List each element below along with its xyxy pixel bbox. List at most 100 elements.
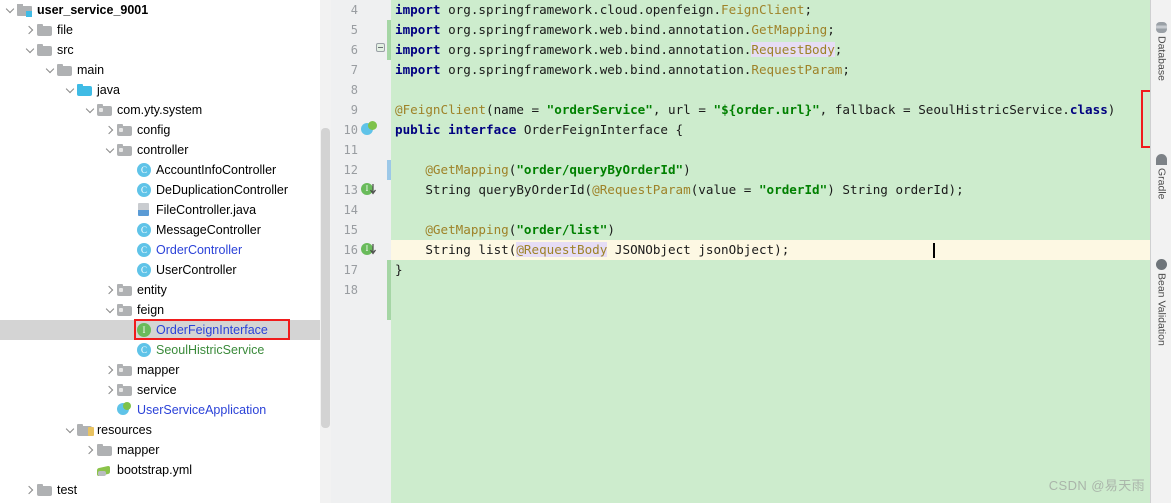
code-token: JSONObject jsonObject); — [607, 242, 790, 257]
code-text-area[interactable]: import org.springframework.cloud.openfei… — [391, 0, 1171, 503]
tool-window-button-gradle[interactable]: Gradle — [1151, 150, 1171, 200]
code-token: ; — [834, 42, 843, 57]
tree-arrow-expanded-icon[interactable] — [64, 80, 77, 100]
line-number: 17 — [343, 263, 358, 277]
tree-item-seoulhistricservice[interactable]: C SeoulHistricService — [0, 340, 331, 360]
spring-bean-gutter-icon[interactable] — [361, 121, 377, 136]
tree-item-orderfeigninterface[interactable]: I OrderFeignInterface — [0, 320, 331, 340]
tree-item-label: file — [57, 23, 73, 37]
class-icon: C — [137, 243, 151, 257]
project-tree-panel[interactable]: user_service_9001file src main java com.yty.… — [0, 0, 331, 503]
tree-item-src[interactable]: src — [0, 40, 331, 60]
tree-arrow-expanded-icon[interactable] — [104, 140, 117, 160]
tree-item-label: bootstrap.yml — [117, 463, 193, 477]
tree-item-label: mapper — [137, 363, 180, 377]
code-line: import org.springframework.web.bind.anno… — [395, 20, 835, 40]
code-line: @FeignClient(name = "orderService", url … — [395, 100, 1115, 120]
tree-arrow-expanded-icon[interactable] — [84, 100, 97, 120]
editor-gutter[interactable]: 4 5 6 7 8 9 10 11 12 13 I 14 15 16 I 17 18 — [331, 0, 391, 503]
tree-item-test[interactable]: test — [0, 480, 331, 500]
tree-arrow-spacer — [124, 200, 137, 220]
code-token: ) — [683, 162, 691, 177]
tree-item-service[interactable]: service — [0, 380, 331, 400]
code-token: , fallback = SeoulHistricService. — [819, 102, 1070, 117]
fold-region-icon[interactable] — [376, 43, 385, 52]
project-tree-scrollbar-thumb[interactable] — [321, 128, 330, 428]
tree-arrow-collapsed-icon[interactable] — [24, 20, 37, 40]
code-token: org.springframework.web.bind.annotation. — [448, 22, 752, 37]
tree-item-controller[interactable]: controller — [0, 140, 331, 160]
code-token: RequestBody — [751, 42, 835, 57]
tool-window-button-database[interactable]: Database — [1151, 18, 1171, 81]
code-line: import org.springframework.cloud.openfei… — [395, 0, 812, 20]
code-token: "order/queryByOrderId" — [516, 162, 684, 177]
tree-item-user-service-9001[interactable]: user_service_9001 — [0, 0, 331, 20]
tree-item-usercontroller[interactable]: C UserController — [0, 260, 331, 280]
folder-icon — [37, 24, 52, 36]
tree-item-label: resources — [97, 423, 152, 437]
tree-item-entity[interactable]: entity — [0, 280, 331, 300]
project-tree-scrollbar-track[interactable] — [320, 0, 331, 503]
code-line: import org.springframework.web.bind.anno… — [395, 60, 850, 80]
tree-item-bootstrap-yml[interactable]: bootstrap.yml — [0, 460, 331, 480]
tree-arrow-expanded-icon[interactable] — [44, 60, 57, 80]
code-token: OrderFeignInterface { — [523, 122, 684, 137]
tree-arrow-collapsed-icon[interactable] — [84, 440, 97, 460]
code-token: ) String orderId); — [827, 182, 964, 197]
tree-arrow-collapsed-icon[interactable] — [24, 480, 37, 500]
tree-arrow-expanded-icon[interactable] — [24, 40, 37, 60]
tree-item-com-yty-system[interactable]: com.yty.system — [0, 100, 331, 120]
gutter-line: 7 — [331, 60, 391, 80]
code-token: "orderService" — [546, 102, 653, 117]
package-icon — [117, 304, 132, 316]
tree-arrow-collapsed-icon[interactable] — [104, 360, 117, 380]
tree-item-label: mapper — [117, 443, 160, 457]
right-tool-window-bar[interactable]: Database Gradle Bean Validation — [1150, 0, 1171, 503]
tree-item-java[interactable]: java — [0, 80, 331, 100]
line-number: 13 — [343, 183, 358, 197]
code-token: RequestParam — [751, 62, 843, 77]
tree-item-resources[interactable]: resources — [0, 420, 331, 440]
code-editor[interactable]: 4 5 6 7 8 9 10 11 12 13 I 14 15 16 I 17 18 import org.sp… — [331, 0, 1171, 503]
code-token: @FeignClient — [395, 102, 486, 117]
folder-icon — [57, 64, 72, 76]
package-icon — [117, 284, 132, 296]
line-number: 12 — [343, 163, 358, 177]
tree-item-filecontroller-java[interactable]: FileController.java — [0, 200, 331, 220]
watermark: CSDN @易天雨 — [1048, 478, 1145, 493]
code-token: ; — [804, 2, 813, 17]
tree-item-accountinfocontroller[interactable]: C AccountInfoController — [0, 160, 331, 180]
resources-folder-icon — [77, 424, 94, 436]
class-icon: C — [137, 183, 151, 197]
tree-arrow-spacer — [124, 320, 137, 340]
tree-arrow-expanded-icon[interactable] — [4, 0, 17, 20]
tree-item-ordercontroller[interactable]: C OrderController — [0, 240, 331, 260]
tree-item-mapper[interactable]: mapper — [0, 440, 331, 460]
tree-item-deduplicationcontroller[interactable]: C DeDuplicationController — [0, 180, 331, 200]
tree-arrow-expanded-icon[interactable] — [64, 420, 77, 440]
code-token: ) — [1107, 102, 1116, 117]
tree-item-feign[interactable]: feign — [0, 300, 331, 320]
tree-arrow-collapsed-icon[interactable] — [104, 280, 117, 300]
tree-item-label: controller — [137, 143, 189, 157]
tree-item-label: com.yty.system — [117, 103, 203, 117]
code-line: } — [395, 260, 403, 280]
tree-item-label: src — [57, 43, 74, 57]
tree-item-label: main — [77, 63, 105, 77]
tree-item-messagecontroller[interactable]: C MessageController — [0, 220, 331, 240]
code-token: import — [395, 42, 449, 57]
tree-arrow-expanded-icon[interactable] — [104, 300, 117, 320]
tree-arrow-collapsed-icon[interactable] — [104, 120, 117, 140]
tool-window-button-bean-validation[interactable]: Bean Validation — [1151, 255, 1171, 346]
tree-arrow-collapsed-icon[interactable] — [104, 380, 117, 400]
tree-item-file[interactable]: file — [0, 20, 331, 40]
project-tree-rows: user_service_9001file src main java com.yty.… — [0, 0, 331, 500]
tree-item-main[interactable]: main — [0, 60, 331, 80]
implemented-method-gutter-icon[interactable]: I — [361, 243, 376, 256]
tree-item-config[interactable]: config — [0, 120, 331, 140]
tree-item-userserviceapplication[interactable]: UserServiceApplication — [0, 400, 331, 420]
implemented-method-gutter-icon[interactable]: I — [361, 183, 376, 196]
tree-item-mapper[interactable]: mapper — [0, 360, 331, 380]
database-icon — [1156, 22, 1167, 33]
line-number: 15 — [343, 223, 358, 237]
